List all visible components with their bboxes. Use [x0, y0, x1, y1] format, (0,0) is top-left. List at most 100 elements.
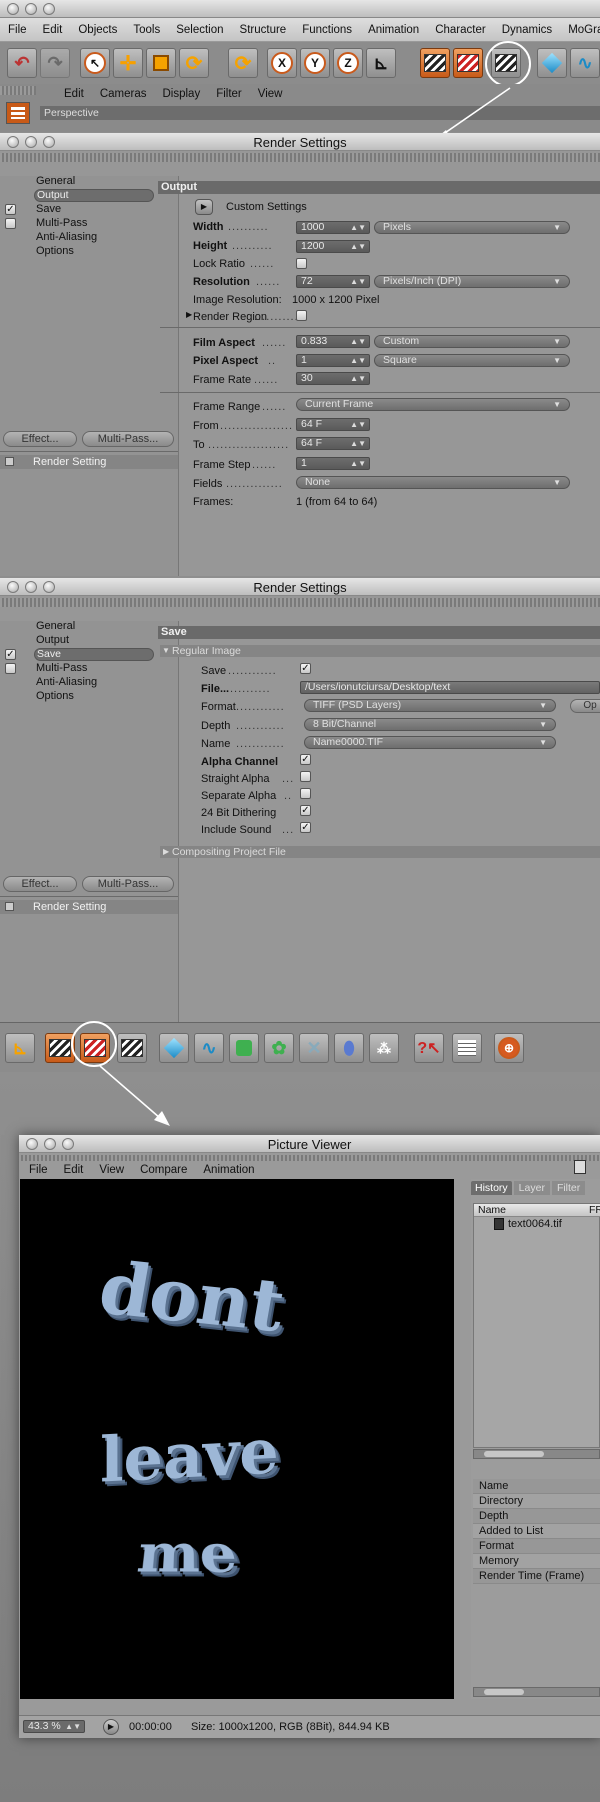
help-pointer-icon[interactable]: ?↖	[414, 1033, 444, 1063]
format-select[interactable]: TIFF (PSD Layers) ▼	[304, 699, 556, 712]
sidebar-item-anti-aliasing[interactable]: Anti-Aliasing	[36, 676, 97, 688]
menu-dynamics[interactable]: Dynamics	[494, 24, 560, 36]
info-scrollbar[interactable]	[473, 1687, 600, 1697]
tab-filter[interactable]: Filter	[551, 1181, 586, 1195]
sidebar-item-output[interactable]: Output	[36, 634, 69, 646]
height-field[interactable]: 1200 ▲▼	[296, 240, 370, 253]
width-field-stepper-icon[interactable]: ▲▼	[350, 222, 366, 233]
separate-alpha-checkbox[interactable]	[300, 788, 311, 799]
resolution-unit-select[interactable]: Pixels/Inch (DPI) ▼	[374, 275, 570, 288]
cube-icon-2[interactable]	[159, 1033, 189, 1063]
width-field[interactable]: 1000 ▲▼	[296, 221, 370, 234]
height-field-stepper-icon[interactable]: ▲▼	[350, 241, 366, 252]
lock-ratio-checkbox[interactable]	[296, 258, 307, 269]
render-view-icon[interactable]	[420, 48, 450, 78]
from-field[interactable]: 64 F ▲▼	[296, 418, 370, 431]
zoom-field[interactable]: 43.3 % ▲▼	[23, 1720, 85, 1733]
menu-mogra[interactable]: MoGra	[560, 24, 600, 36]
width-unit-select[interactable]: Pixels ▼	[374, 221, 570, 234]
pixel-aspect-field[interactable]: 1 ▲▼	[296, 354, 370, 367]
menu-tools[interactable]: Tools	[125, 24, 168, 36]
redo-icon[interactable]: ↷	[40, 48, 70, 78]
play-button[interactable]: ▶	[103, 1719, 119, 1735]
resolution-field-stepper-icon[interactable]: ▲▼	[350, 276, 366, 287]
sidebar-item-output[interactable]: Output	[34, 189, 154, 202]
pixel-aspect-select[interactable]: Square ▼	[374, 354, 570, 367]
close-button[interactable]	[7, 3, 19, 15]
sidebar-item-options[interactable]: Options	[36, 245, 74, 257]
history-row[interactable]: text0064.tif	[474, 1218, 600, 1231]
x-axis-icon[interactable]: X	[267, 48, 297, 78]
dithering-checkbox[interactable]: ✓	[300, 805, 311, 816]
sidebar-item-anti-aliasing[interactable]: Anti-Aliasing	[36, 231, 97, 243]
menu-file[interactable]: File	[0, 24, 35, 36]
menu-character[interactable]: Character	[427, 24, 494, 36]
frame-step-field-stepper-icon[interactable]: ▲▼	[350, 458, 366, 469]
pv-menu-compare[interactable]: Compare	[132, 1164, 195, 1176]
undo-icon[interactable]: ↶	[7, 48, 37, 78]
frame-step-field[interactable]: 1 ▲▼	[296, 457, 370, 470]
compositing-subheader[interactable]: Compositing Project File ▶	[160, 846, 600, 858]
y-axis-icon[interactable]: Y	[300, 48, 330, 78]
pv-layout-icon[interactable]	[574, 1160, 586, 1174]
effect-button[interactable]: Effect...	[3, 431, 77, 447]
tab-history[interactable]: History	[471, 1181, 512, 1195]
tab-layer[interactable]: Layer	[513, 1181, 550, 1195]
resolution-field[interactable]: 72 ▲▼	[296, 275, 370, 288]
deformer-icon[interactable]: ✕	[299, 1033, 329, 1063]
regular-image-collapse-icon[interactable]: ▼	[162, 645, 170, 657]
include-sound-checkbox[interactable]: ✓	[300, 822, 311, 833]
to-field[interactable]: 64 F ▲▼	[296, 437, 370, 450]
timeline-icon[interactable]	[452, 1033, 482, 1063]
sidebar-item-save[interactable]: Save	[34, 648, 154, 661]
render-region-expand-icon[interactable]: ▶	[186, 310, 192, 319]
alpha-channel-checkbox[interactable]: ✓	[300, 754, 311, 765]
menu-selection[interactable]: Selection	[168, 24, 231, 36]
cube-icon[interactable]	[537, 48, 567, 78]
save-enable-checkbox[interactable]: ✓	[5, 204, 16, 215]
pv-menu-file[interactable]: File	[21, 1164, 56, 1176]
menu-animation[interactable]: Animation	[360, 24, 427, 36]
nurbs-icon[interactable]	[229, 1033, 259, 1063]
from-field-stepper-icon[interactable]: ▲▼	[350, 419, 366, 430]
scale-tool-icon[interactable]	[146, 48, 176, 78]
sidebar-item-multi-pass[interactable]: Multi-Pass	[36, 662, 87, 674]
name-select[interactable]: Name0000.TIF ▼	[304, 736, 556, 749]
custom-settings-expand-button[interactable]: ▶	[195, 199, 213, 215]
render-picture-viewer-icon[interactable]	[453, 48, 483, 78]
film-aspect-field-stepper-icon[interactable]: ▲▼	[350, 336, 366, 347]
zoom-button[interactable]	[43, 3, 55, 15]
render-region-checkbox[interactable]	[296, 310, 307, 321]
multipass-enable-checkbox[interactable]	[5, 663, 16, 674]
viewport-menu-edit[interactable]: Edit	[56, 88, 92, 100]
pixel-aspect-field-stepper-icon[interactable]: ▲▼	[350, 355, 366, 366]
frame-rate-field-stepper-icon[interactable]: ▲▼	[350, 373, 366, 384]
file-path-field[interactable]: /Users/ionutciursa/Desktop/text	[300, 681, 600, 694]
pv-menu-view[interactable]: View	[91, 1164, 132, 1176]
sidebar-item-save[interactable]: Save	[36, 203, 61, 215]
spline-icon[interactable]: ∿	[570, 48, 600, 78]
menu-functions[interactable]: Functions	[294, 24, 360, 36]
sidebar-item-options[interactable]: Options	[36, 690, 74, 702]
rotate-tool-2-icon[interactable]: ⟳	[228, 48, 258, 78]
particles-icon[interactable]: ⁂	[369, 1033, 399, 1063]
move-tool-icon[interactable]: ✛	[113, 48, 143, 78]
render-setting-row[interactable]: Render Setting	[0, 900, 178, 914]
options-button[interactable]: Op	[570, 699, 600, 713]
coordinate-icon[interactable]: ⊾	[5, 1033, 35, 1063]
film-aspect-field[interactable]: 0.833 ▲▼	[296, 335, 370, 348]
sidebar-item-general[interactable]: General	[36, 175, 75, 187]
layout-icon[interactable]	[6, 102, 30, 124]
effect-button[interactable]: Effect...	[3, 876, 77, 892]
save-enable-checkbox[interactable]: ✓	[5, 649, 16, 660]
z-axis-icon[interactable]: Z	[333, 48, 363, 78]
coordinate-system-icon[interactable]: ⊾	[366, 48, 396, 78]
pv-menu-animation[interactable]: Animation	[195, 1164, 262, 1176]
viewport-menu-display[interactable]: Display	[154, 88, 208, 100]
sidebar-item-general[interactable]: General	[36, 620, 75, 632]
viewport-menu-cameras[interactable]: Cameras	[92, 88, 155, 100]
render-setting-row[interactable]: Render Setting	[0, 455, 178, 469]
to-field-stepper-icon[interactable]: ▲▼	[350, 438, 366, 449]
render-settings-icon-2[interactable]	[117, 1033, 147, 1063]
menu-objects[interactable]: Objects	[70, 24, 125, 36]
